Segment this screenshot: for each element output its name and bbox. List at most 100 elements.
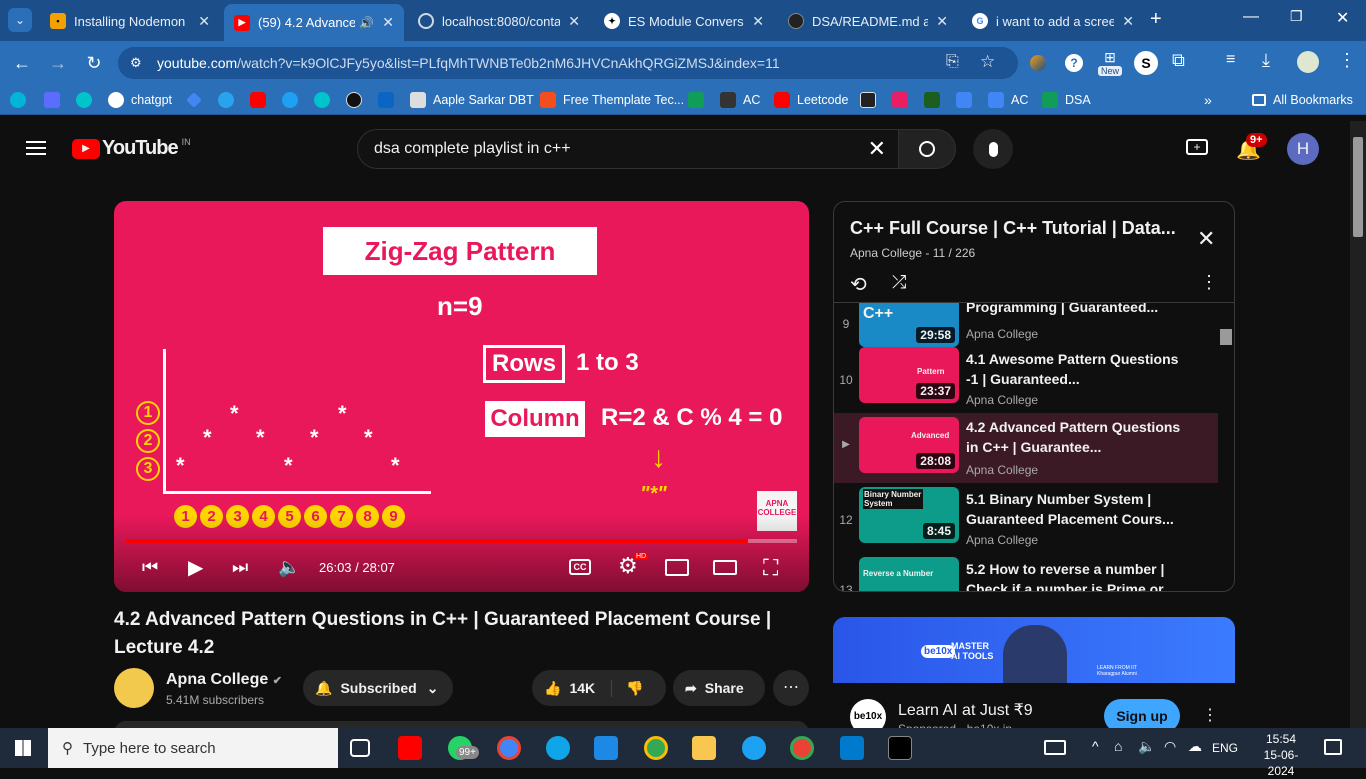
all-bookmarks[interactable]: All Bookmarks bbox=[1252, 91, 1353, 109]
wifi-icon[interactable]: ◠ bbox=[1164, 738, 1176, 755]
shuffle-icon[interactable]: ⤮ bbox=[892, 272, 906, 293]
playlist-menu-icon[interactable]: ⋮ bbox=[1200, 272, 1218, 293]
progress-bar[interactable] bbox=[126, 539, 797, 543]
chrome-profile-icon[interactable] bbox=[644, 736, 668, 760]
bookmark-canva-2[interactable] bbox=[76, 91, 99, 109]
bookmark-canva-1[interactable] bbox=[10, 91, 33, 109]
site-info-icon[interactable]: ⚙ bbox=[130, 55, 142, 71]
hamburger-menu-icon[interactable] bbox=[26, 141, 46, 155]
bookmark-github[interactable] bbox=[346, 91, 369, 109]
profile-avatar[interactable] bbox=[1297, 51, 1319, 73]
fullscreen-icon[interactable]: ⛶ bbox=[763, 555, 778, 581]
playlist-item-current[interactable]: ▶ Advanced 28:08 4.2 Advanced Pattern Que… bbox=[834, 413, 1218, 483]
bookmark-ac-2[interactable]: AC bbox=[988, 91, 1028, 109]
volume-icon[interactable]: 🔈 bbox=[278, 557, 300, 578]
volume-tray-icon[interactable]: 🔈 bbox=[1138, 738, 1155, 755]
language-indicator[interactable]: ENG bbox=[1212, 741, 1238, 755]
bookmark-dsa[interactable]: DSA bbox=[1042, 91, 1091, 109]
next-icon[interactable]: ⏭ bbox=[232, 557, 248, 578]
bookmark-twitter[interactable] bbox=[282, 91, 305, 109]
miniplayer-icon[interactable] bbox=[665, 559, 689, 576]
playlist-item[interactable]: 12 Binary Number System 8:45 5.1 Binary N… bbox=[834, 487, 1218, 557]
new-badge-extension-icon[interactable]: ⊞ New bbox=[1098, 49, 1122, 77]
search-button[interactable] bbox=[898, 129, 956, 169]
bookmark-ac-1[interactable]: AC bbox=[720, 91, 760, 109]
network-icon[interactable]: ⌂ bbox=[1114, 738, 1122, 754]
windows-start-icon[interactable] bbox=[15, 740, 31, 756]
tab-localhost[interactable]: localhost:8080/conta ✕ bbox=[408, 5, 590, 37]
subscribed-button[interactable]: 🔔 Subscribed ⌄ bbox=[303, 670, 453, 706]
channel-avatar[interactable] bbox=[114, 668, 154, 708]
vscode-icon[interactable] bbox=[840, 736, 864, 760]
tab-github-readme[interactable]: DSA/README.md at ✕ bbox=[778, 5, 958, 37]
play-icon[interactable]: ▶ bbox=[188, 555, 203, 580]
tab-search-button[interactable]: ⌄ bbox=[8, 8, 32, 32]
close-playlist-icon[interactable]: ✕ bbox=[1197, 226, 1215, 252]
speaker-icon[interactable]: 🔊 bbox=[359, 16, 374, 30]
youtube-app-icon[interactable] bbox=[398, 736, 422, 760]
tab-es-module[interactable]: ✦ ES Module Conversio ✕ bbox=[594, 5, 774, 37]
new-tab-button[interactable]: + bbox=[1150, 8, 1162, 31]
loop-icon[interactable]: ⟲ bbox=[850, 272, 867, 297]
bookmark-gemini[interactable] bbox=[186, 91, 209, 109]
bookmark-linkedin[interactable] bbox=[378, 91, 401, 109]
close-icon[interactable]: ✕ bbox=[382, 14, 394, 31]
back-icon[interactable]: ← bbox=[10, 51, 34, 75]
tab-google-search[interactable]: Gi want to add a screen ✕ bbox=[962, 5, 1144, 37]
ad-menu-icon[interactable]: ⋮ bbox=[1202, 705, 1218, 725]
chrome-icon[interactable] bbox=[497, 736, 521, 760]
keyboard-icon[interactable] bbox=[1044, 740, 1066, 755]
theater-mode-icon[interactable] bbox=[713, 560, 737, 575]
bookmark-canva-3[interactable] bbox=[314, 91, 337, 109]
like-button[interactable]: 👍 14K bbox=[532, 679, 612, 697]
more-actions-button[interactable]: ⋯ bbox=[773, 670, 809, 706]
file-explorer-icon[interactable] bbox=[692, 736, 716, 760]
bookmark-drive[interactable] bbox=[688, 91, 711, 109]
share-button[interactable]: ➦ Share bbox=[673, 670, 765, 706]
dislike-button[interactable]: 👎 bbox=[612, 680, 643, 697]
address-bar[interactable]: ⚙ youtube.com/watch?v=k9OlCJFy5yo&list=P… bbox=[118, 47, 1018, 79]
channel-name[interactable]: Apna College ✔ bbox=[166, 671, 282, 689]
window-close-button[interactable]: ✕ bbox=[1336, 8, 1349, 28]
ad-title[interactable]: Learn AI at Just ₹9 bbox=[898, 700, 1033, 720]
playlist-scrollbar[interactable] bbox=[1220, 329, 1232, 345]
clock[interactable]: 15:54 15-06-2024 bbox=[1254, 731, 1308, 779]
download-icon[interactable]: ⤓ bbox=[1262, 50, 1270, 71]
task-view-icon[interactable] bbox=[350, 739, 370, 757]
page-scrollbar[interactable] bbox=[1350, 121, 1366, 728]
store-icon[interactable] bbox=[594, 736, 618, 760]
bookmark-aaple-sarkar[interactable]: Aaple Sarkar DBT bbox=[410, 91, 534, 109]
restore-button[interactable]: ❐ bbox=[1290, 8, 1303, 25]
playlist-item[interactable]: 13 Reverse a Number 5.2 How to reverse a… bbox=[834, 557, 1218, 591]
voice-search-button[interactable] bbox=[973, 129, 1013, 169]
close-icon[interactable]: ✕ bbox=[936, 13, 948, 30]
captions-icon[interactable]: CC bbox=[569, 559, 591, 575]
extension-icon[interactable] bbox=[1030, 55, 1046, 71]
clear-search-icon[interactable]: ✕ bbox=[868, 136, 886, 162]
close-icon[interactable]: ✕ bbox=[568, 13, 580, 30]
bookmark-youtube[interactable] bbox=[250, 91, 273, 109]
playlist-item[interactable]: 10 Pattern 23:37 4.1 Awesome Pattern Ques… bbox=[834, 347, 1218, 417]
minimize-button[interactable]: — bbox=[1243, 8, 1259, 26]
close-icon[interactable]: ✕ bbox=[752, 13, 764, 30]
twitter-app-icon[interactable] bbox=[742, 736, 766, 760]
bookmark-telegram[interactable] bbox=[218, 91, 241, 109]
onedrive-icon[interactable]: ☁ bbox=[1188, 738, 1202, 755]
create-video-icon[interactable]: + bbox=[1186, 139, 1208, 155]
install-app-icon[interactable]: ⎘ bbox=[946, 53, 959, 71]
bookmark-gfg[interactable] bbox=[924, 91, 947, 109]
forward-icon[interactable]: → bbox=[46, 51, 70, 75]
close-icon[interactable]: ✕ bbox=[1122, 13, 1134, 30]
bookmark-leetcode[interactable]: Leetcode bbox=[774, 91, 848, 109]
taskbar-search-box[interactable]: ⚲ Type here to search bbox=[48, 728, 338, 768]
help-icon[interactable]: ? bbox=[1065, 54, 1083, 72]
bookmark-figma[interactable]: Free Themplate Tec... bbox=[540, 91, 684, 109]
playlist-title[interactable]: C++ Full Course | C++ Tutorial | Data... bbox=[850, 218, 1190, 239]
bookmark-chatgpt[interactable]: chatgpt bbox=[108, 91, 172, 109]
previous-icon[interactable]: ⏮ bbox=[142, 557, 158, 578]
tab-installing-nodemon[interactable]: • Installing Nodemon ✕ bbox=[40, 5, 220, 37]
edge-icon[interactable] bbox=[546, 736, 570, 760]
chrome-alt-icon[interactable] bbox=[790, 736, 814, 760]
tab-youtube-video[interactable]: ▶ (59) 4.2 Advanced 🔊 ✕ bbox=[224, 4, 404, 41]
close-icon[interactable]: ✕ bbox=[198, 13, 210, 30]
